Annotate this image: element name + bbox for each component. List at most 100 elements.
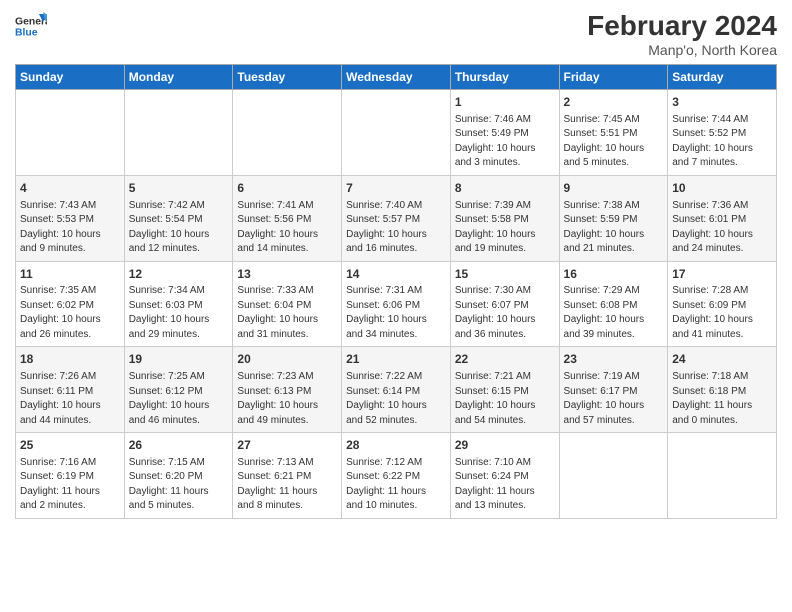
day-info: Sunrise: 7:33 AM Sunset: 6:04 PM Dayligh…	[237, 284, 337, 342]
day-info: Sunrise: 7:44 AM Sunset: 5:52 PM Dayligh…	[672, 113, 772, 171]
svg-text:Blue: Blue	[15, 28, 38, 39]
day-cell: 15Sunrise: 7:30 AM Sunset: 6:07 PM Dayli…	[450, 261, 559, 347]
day-cell: 8 Sunrise: 7:39 AM Sunset: 5:58 PM Daylig…	[450, 175, 559, 261]
day-cell: 28 Sunrise: 7:12 AM Sunset: 6:22 PM Dayli…	[342, 433, 451, 519]
day-cell: 19Sunrise: 7:25 AM Sunset: 6:12 PM Dayli…	[124, 347, 233, 433]
day-cell: 27 Sunrise: 7:13 AM Sunset: 6:21 PM Dayli…	[233, 433, 342, 519]
day-number: 7	[346, 180, 446, 197]
day-info: Sunrise: 7:42 AM Sunset: 5:54 PM Dayligh…	[129, 199, 229, 257]
day-info: Sunrise: 7:35 AM Sunset: 6:02 PM Dayligh…	[20, 284, 120, 342]
day-cell: 24 Sunrise: 7:18 AM Sunset: 6:18 PM Dayli…	[668, 347, 777, 433]
day-number: 27	[237, 437, 337, 454]
week-row-2: 4 Sunrise: 7:43 AM Sunset: 5:53 PM Daylig…	[16, 175, 777, 261]
day-cell: 10 Sunrise: 7:36 AM Sunset: 6:01 PM Dayli…	[668, 175, 777, 261]
col-header-thursday: Thursday	[450, 65, 559, 90]
week-row-1: 1 Sunrise: 7:46 AM Sunset: 5:49 PM Daylig…	[16, 90, 777, 176]
day-cell: 18 Sunrise: 7:26 AM Sunset: 6:11 PM Dayli…	[16, 347, 125, 433]
day-number: 8	[455, 180, 555, 197]
day-number: 4	[20, 180, 120, 197]
day-number: 24	[672, 351, 772, 368]
day-info: Sunrise: 7:22 AM Sunset: 6:14 PM Dayligh…	[346, 370, 446, 428]
day-cell: 12Sunrise: 7:34 AM Sunset: 6:03 PM Dayli…	[124, 261, 233, 347]
day-info: Sunrise: 7:12 AM Sunset: 6:22 PM Dayligh…	[346, 456, 446, 514]
day-info: Sunrise: 7:39 AM Sunset: 5:58 PM Dayligh…	[455, 199, 555, 257]
day-number: 22	[455, 351, 555, 368]
day-number: 16	[564, 266, 664, 283]
day-number: 19	[129, 351, 229, 368]
day-info: Sunrise: 7:28 AM Sunset: 6:09 PM Dayligh…	[672, 284, 772, 342]
day-info: Sunrise: 7:13 AM Sunset: 6:21 PM Dayligh…	[237, 456, 337, 514]
page-header: General Blue February 2024 Manp'o, North…	[15, 10, 777, 58]
day-number: 20	[237, 351, 337, 368]
day-cell: 13Sunrise: 7:33 AM Sunset: 6:04 PM Dayli…	[233, 261, 342, 347]
day-info: Sunrise: 7:38 AM Sunset: 5:59 PM Dayligh…	[564, 199, 664, 257]
calendar-subtitle: Manp'o, North Korea	[587, 42, 777, 58]
day-cell: 9 Sunrise: 7:38 AM Sunset: 5:59 PM Daylig…	[559, 175, 668, 261]
day-cell: 16Sunrise: 7:29 AM Sunset: 6:08 PM Dayli…	[559, 261, 668, 347]
day-number: 18	[20, 351, 120, 368]
day-number: 10	[672, 180, 772, 197]
day-cell	[559, 433, 668, 519]
day-number: 5	[129, 180, 229, 197]
day-info: Sunrise: 7:15 AM Sunset: 6:20 PM Dayligh…	[129, 456, 229, 514]
week-row-3: 11Sunrise: 7:35 AM Sunset: 6:02 PM Dayli…	[16, 261, 777, 347]
day-number: 21	[346, 351, 446, 368]
col-header-wednesday: Wednesday	[342, 65, 451, 90]
col-header-friday: Friday	[559, 65, 668, 90]
day-cell: 21 Sunrise: 7:22 AM Sunset: 6:14 PM Dayli…	[342, 347, 451, 433]
day-info: Sunrise: 7:43 AM Sunset: 5:53 PM Dayligh…	[20, 199, 120, 257]
day-cell: 6Sunrise: 7:41 AM Sunset: 5:56 PM Daylig…	[233, 175, 342, 261]
day-cell	[342, 90, 451, 176]
day-info: Sunrise: 7:36 AM Sunset: 6:01 PM Dayligh…	[672, 199, 772, 257]
day-number: 3	[672, 94, 772, 111]
day-cell	[16, 90, 125, 176]
day-info: Sunrise: 7:21 AM Sunset: 6:15 PM Dayligh…	[455, 370, 555, 428]
day-info: Sunrise: 7:26 AM Sunset: 6:11 PM Dayligh…	[20, 370, 120, 428]
day-number: 11	[20, 266, 120, 283]
day-info: Sunrise: 7:40 AM Sunset: 5:57 PM Dayligh…	[346, 199, 446, 257]
day-number: 17	[672, 266, 772, 283]
day-number: 15	[455, 266, 555, 283]
day-number: 9	[564, 180, 664, 197]
day-number: 2	[564, 94, 664, 111]
day-cell: 26 Sunrise: 7:15 AM Sunset: 6:20 PM Dayli…	[124, 433, 233, 519]
day-info: Sunrise: 7:19 AM Sunset: 6:17 PM Dayligh…	[564, 370, 664, 428]
day-cell: 7 Sunrise: 7:40 AM Sunset: 5:57 PM Daylig…	[342, 175, 451, 261]
calendar-header: SundayMondayTuesdayWednesdayThursdayFrid…	[16, 65, 777, 90]
day-info: Sunrise: 7:18 AM Sunset: 6:18 PM Dayligh…	[672, 370, 772, 428]
day-info: Sunrise: 7:23 AM Sunset: 6:13 PM Dayligh…	[237, 370, 337, 428]
day-cell: 17Sunrise: 7:28 AM Sunset: 6:09 PM Dayli…	[668, 261, 777, 347]
day-cell: 23 Sunrise: 7:19 AM Sunset: 6:17 PM Dayli…	[559, 347, 668, 433]
day-info: Sunrise: 7:46 AM Sunset: 5:49 PM Dayligh…	[455, 113, 555, 171]
col-header-sunday: Sunday	[16, 65, 125, 90]
day-info: Sunrise: 7:31 AM Sunset: 6:06 PM Dayligh…	[346, 284, 446, 342]
day-number: 29	[455, 437, 555, 454]
day-cell	[668, 433, 777, 519]
calendar-body: 1 Sunrise: 7:46 AM Sunset: 5:49 PM Daylig…	[16, 90, 777, 519]
day-info: Sunrise: 7:16 AM Sunset: 6:19 PM Dayligh…	[20, 456, 120, 514]
logo-icon: General Blue	[15, 10, 47, 42]
day-number: 23	[564, 351, 664, 368]
day-number: 28	[346, 437, 446, 454]
day-number: 26	[129, 437, 229, 454]
day-info: Sunrise: 7:10 AM Sunset: 6:24 PM Dayligh…	[455, 456, 555, 514]
day-cell	[124, 90, 233, 176]
logo: General Blue	[15, 10, 47, 42]
col-header-tuesday: Tuesday	[233, 65, 342, 90]
day-cell: 11Sunrise: 7:35 AM Sunset: 6:02 PM Dayli…	[16, 261, 125, 347]
day-info: Sunrise: 7:45 AM Sunset: 5:51 PM Dayligh…	[564, 113, 664, 171]
day-cell: 25 Sunrise: 7:16 AM Sunset: 6:19 PM Dayli…	[16, 433, 125, 519]
day-cell: 29 Sunrise: 7:10 AM Sunset: 6:24 PM Dayli…	[450, 433, 559, 519]
day-cell	[233, 90, 342, 176]
day-number: 6	[237, 180, 337, 197]
day-number: 12	[129, 266, 229, 283]
day-cell: 2 Sunrise: 7:45 AM Sunset: 5:51 PM Daylig…	[559, 90, 668, 176]
day-number: 25	[20, 437, 120, 454]
day-number: 13	[237, 266, 337, 283]
day-cell: 3 Sunrise: 7:44 AM Sunset: 5:52 PM Daylig…	[668, 90, 777, 176]
day-number: 1	[455, 94, 555, 111]
day-number: 14	[346, 266, 446, 283]
col-header-saturday: Saturday	[668, 65, 777, 90]
day-cell: 20 Sunrise: 7:23 AM Sunset: 6:13 PM Dayli…	[233, 347, 342, 433]
calendar-title: February 2024	[587, 10, 777, 42]
